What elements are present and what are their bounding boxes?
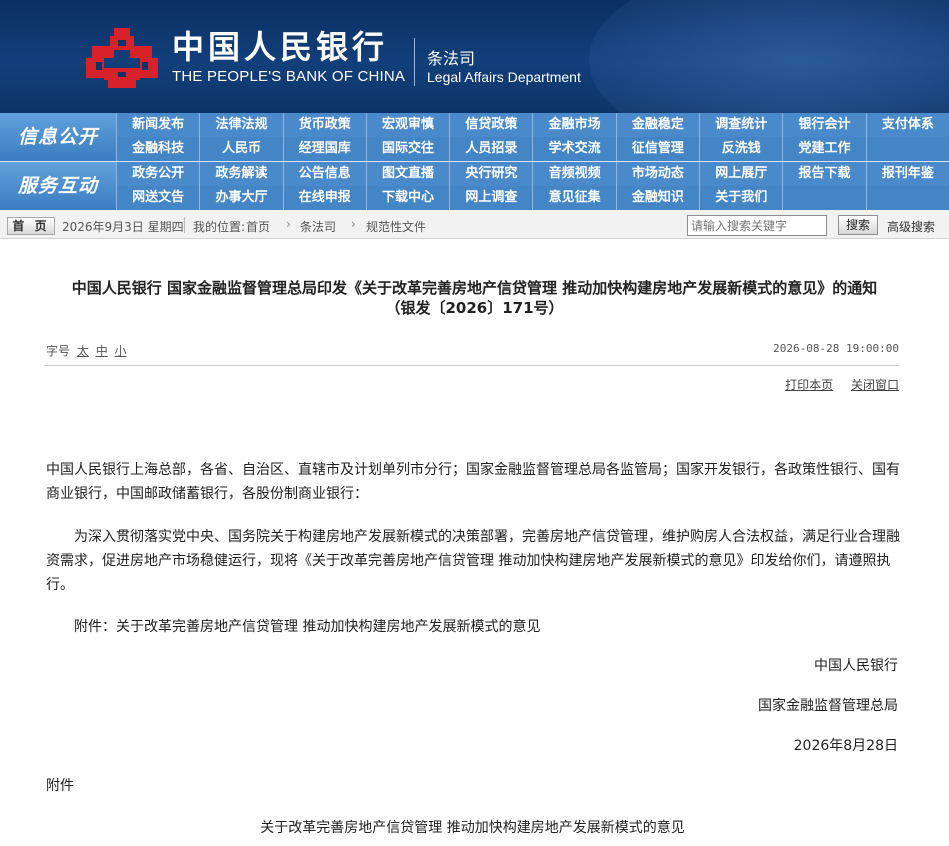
nav-item[interactable]: 网上调查 (449, 186, 532, 210)
font-size-control: 字号 太 中 小 (46, 342, 127, 359)
breadcrumb-home-link[interactable]: 首页 (246, 218, 270, 235)
publish-time: 2026-08-28 19:00:00 (773, 342, 899, 355)
nav-item-empty (865, 137, 949, 161)
nav-item[interactable]: 新闻发布 (116, 113, 199, 137)
print-page-link[interactable]: 打印本页 (785, 378, 833, 392)
signature-nfra: 国家金融监督管理总局 (758, 698, 898, 714)
pboc-logo-icon (86, 28, 158, 88)
nav-item[interactable]: 调查统计 (699, 113, 782, 137)
org-name-cn: 中国人民银行 (172, 28, 389, 66)
nav-item[interactable]: 支付体系 (865, 113, 949, 137)
department-name-en: Legal Affairs Department (427, 69, 581, 85)
site-banner: 中国人民银行 THE PEOPLE'S BANK OF CHINA 条法司 Le… (0, 0, 949, 113)
advanced-search-link[interactable]: 高级搜索 (887, 218, 935, 235)
nav-row-1: 新闻发布 法律法规 货币政策 宏观审慎 信贷政策 金融市场 金融稳定 调查统计 银行会计 支付体系 (116, 113, 949, 137)
annex-label: 附件 (46, 778, 74, 794)
nav-item[interactable]: 音频视频 (532, 162, 615, 186)
font-size-medium[interactable]: 中 (96, 344, 108, 358)
nav-item-empty (782, 186, 865, 210)
nav-item[interactable]: 金融稳定 (615, 113, 699, 137)
nav-item[interactable]: 市场动态 (615, 162, 699, 186)
nav-item[interactable]: 征信管理 (615, 137, 699, 161)
nav-category-service: 服务互动 (0, 162, 116, 210)
nav-item[interactable]: 党建工作 (782, 137, 865, 161)
nav-item[interactable]: 人员招录 (449, 137, 532, 161)
department-name-cn: 条法司 (427, 49, 476, 68)
article-meta: 字号 太 中 小 2026-08-28 19:00:00 (44, 334, 899, 366)
nav-item[interactable]: 网送文告 (116, 186, 199, 210)
nav-item[interactable]: 政务公开 (116, 162, 199, 186)
nav-row-3: 政务公开 政务解读 公告信息 图文直播 央行研究 音频视频 市场动态 网上展厅 报告下载 报刊年鉴 (116, 162, 949, 186)
breadcrumb-dept-link[interactable]: 条法司 (300, 218, 336, 235)
main-navigation: 信息公开 服务互动 新闻发布 法律法规 货币政策 宏观审慎 信贷政策 金融市场 金融稳定 调查… (0, 113, 949, 210)
location-label: 我的位置: (193, 220, 246, 234)
nav-item[interactable]: 人民币 (199, 137, 282, 161)
nav-item[interactable]: 央行研究 (449, 162, 532, 186)
annex-title: 关于改革完善房地产信贷管理 推动加快构建房地产发展新模式的意见 (260, 820, 685, 836)
chevron-right-icon: › (351, 217, 356, 231)
banner-divider (414, 38, 415, 86)
close-window-link[interactable]: 关闭窗口 (851, 378, 899, 392)
nav-row-2: 金融科技 人民币 经理国库 国际交往 人员招录 学术交流 征信管理 反洗钱 党建工作 (116, 137, 949, 161)
article-tools: 打印本页 关闭窗口 (771, 376, 899, 393)
font-size-small[interactable]: 小 (115, 344, 127, 358)
nav-category-info: 信息公开 (0, 113, 116, 161)
nav-item-empty (865, 186, 949, 210)
nav-item[interactable]: 图文直播 (365, 162, 449, 186)
nav-item[interactable]: 信贷政策 (449, 113, 532, 137)
chevron-right-icon: › (286, 217, 291, 231)
nav-item[interactable]: 法律法规 (199, 113, 282, 137)
nav-item[interactable]: 下载中心 (365, 186, 449, 210)
signature-date: 2026年8月28日 (793, 738, 898, 754)
article-content: 中国人民银行 国家金融监督管理总局印发《关于改革完善房地产信贷管理 推动加快构建… (0, 240, 949, 846)
signature-pboc: 中国人民银行 (814, 658, 898, 674)
nav-item[interactable]: 关于我们 (699, 186, 782, 210)
nav-item[interactable]: 公告信息 (282, 162, 366, 186)
font-size-label: 字号 (46, 344, 71, 358)
attachment-line: 附件：关于改革完善房地产信贷管理 推动加快构建房地产发展新模式的意见 (74, 619, 541, 635)
breadcrumb-current[interactable]: 规范性文件 (366, 218, 426, 235)
nav-item[interactable]: 意见征集 (532, 186, 615, 210)
nav-item[interactable]: 报告下载 (782, 162, 865, 186)
nav-item[interactable]: 在线申报 (282, 186, 366, 210)
nav-item[interactable]: 国际交往 (365, 137, 449, 161)
nav-item[interactable]: 经理国库 (282, 137, 366, 161)
breadcrumb-separator (184, 217, 185, 233)
nav-item[interactable]: 办事大厅 (199, 186, 282, 210)
addressees-paragraph: 中国人民银行上海总部，各省、自治区、直辖市及计划单列市分行；国家金融监督管理总局… (46, 462, 900, 502)
nav-item[interactable]: 银行会计 (782, 113, 865, 137)
search-input[interactable] (687, 215, 827, 236)
breadcrumb-bar: 首 页 2026年9月3日 星期四 我的位置: 首页 › 条法司 › 规范性文件… (0, 210, 949, 239)
article-doc-number: （银发〔2026〕171号） (385, 299, 564, 317)
nav-item[interactable]: 金融科技 (116, 137, 199, 161)
nav-item[interactable]: 政务解读 (199, 162, 282, 186)
nav-item[interactable]: 网上展厅 (699, 162, 782, 186)
nav-item[interactable]: 金融知识 (615, 186, 699, 210)
main-paragraph: 为深入贯彻落实党中央、国务院关于构建房地产发展新模式的决策部署，完善房地产信贷管… (46, 529, 900, 593)
nav-item[interactable]: 反洗钱 (699, 137, 782, 161)
search-button[interactable]: 搜索 (838, 215, 878, 235)
current-date: 2026年9月3日 星期四 (62, 220, 184, 234)
nav-item[interactable]: 宏观审慎 (365, 113, 449, 137)
home-button[interactable]: 首 页 (7, 217, 55, 235)
font-size-large[interactable]: 太 (77, 344, 89, 358)
nav-item[interactable]: 货币政策 (282, 113, 366, 137)
nav-row-4: 网送文告 办事大厅 在线申报 下载中心 网上调查 意见征集 金融知识 关于我们 (116, 186, 949, 210)
nav-item[interactable]: 报刊年鉴 (865, 162, 949, 186)
article-title: 中国人民银行 国家金融监督管理总局印发《关于改革完善房地产信贷管理 推动加快构建… (71, 279, 878, 297)
nav-item[interactable]: 学术交流 (532, 137, 615, 161)
org-name-en: THE PEOPLE'S BANK OF CHINA (172, 68, 406, 85)
nav-item[interactable]: 金融市场 (532, 113, 615, 137)
